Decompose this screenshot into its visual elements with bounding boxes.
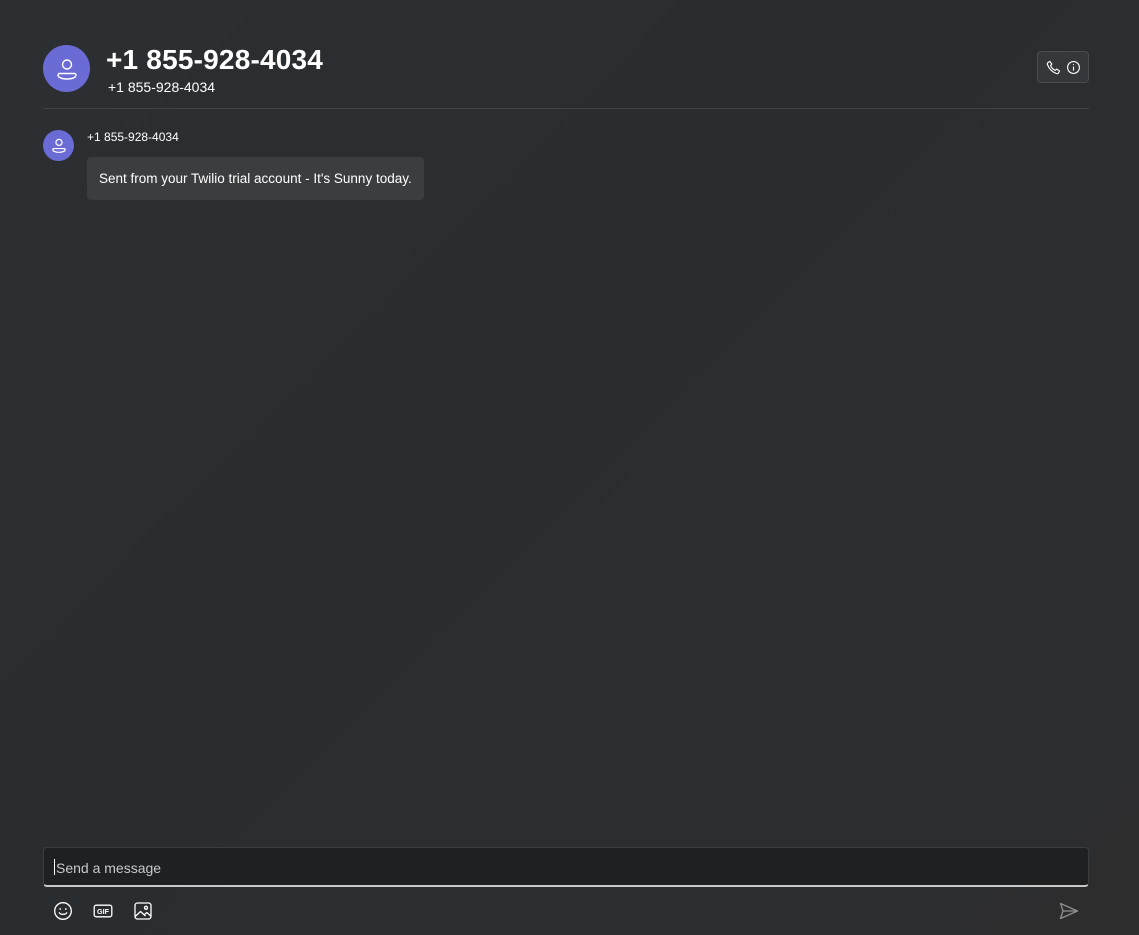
contact-subtitle: +1 855-928-4034 [108, 79, 216, 95]
message-input[interactable] [54, 848, 1078, 887]
contact-title: +1 855-928-4034 [106, 44, 324, 75]
header-actions [1037, 51, 1089, 83]
emoji-icon [54, 902, 72, 920]
call-button[interactable] [1046, 60, 1061, 75]
image-button[interactable] [130, 898, 156, 924]
phone-icon [1046, 60, 1060, 74]
person-icon [56, 58, 77, 80]
conversation-window: +1 855-928-4034 +1 855-928-4034 +1 855-9… [0, 0, 1139, 935]
send-button[interactable] [1056, 898, 1082, 924]
info-button[interactable] [1066, 60, 1081, 75]
person-icon [51, 138, 66, 153]
info-icon [1066, 60, 1080, 74]
conversation-header: +1 855-928-4034 +1 855-928-4034 [43, 44, 1089, 109]
gif-label: GIF [97, 907, 110, 916]
gif-button[interactable]: GIF [90, 898, 116, 924]
sender-avatar[interactable] [43, 130, 74, 161]
message-bubble[interactable]: Sent from your Twilio trial account - It… [87, 157, 424, 200]
contact-avatar[interactable] [43, 45, 90, 92]
gif-icon: GIF [93, 904, 113, 918]
image-icon [134, 902, 152, 920]
send-icon [1059, 902, 1079, 920]
message-composer [43, 847, 1089, 887]
emoji-button[interactable] [50, 898, 76, 924]
message-sender: +1 855-928-4034 [87, 130, 179, 144]
